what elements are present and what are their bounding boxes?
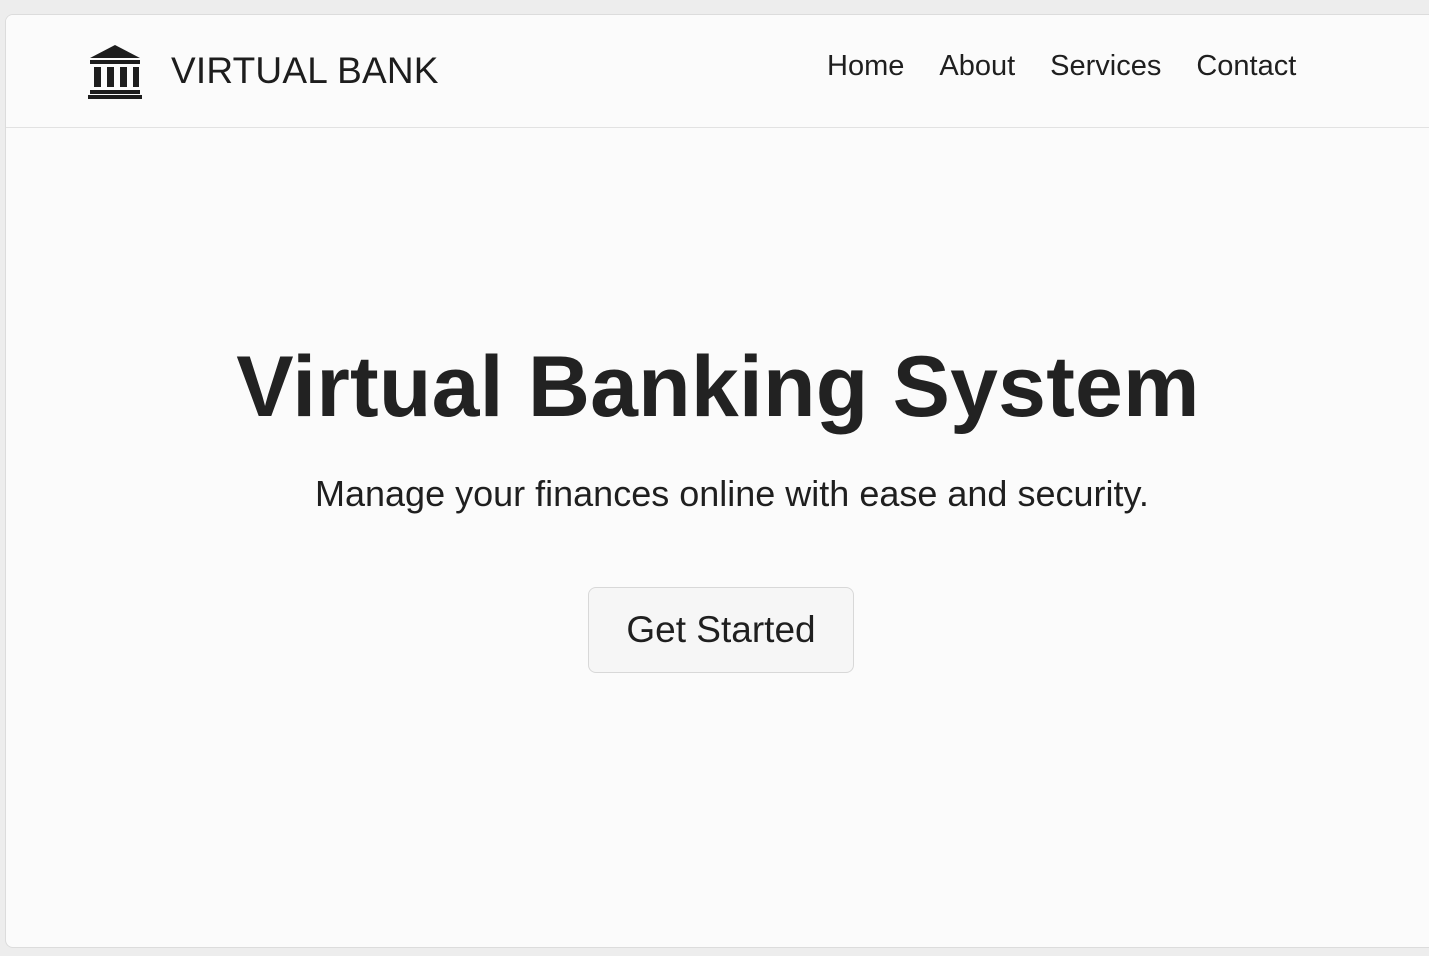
browser-page: VIRTUAL BANK Home About Services Contact… [5, 14, 1429, 948]
nav-home-link[interactable]: Home [827, 50, 904, 83]
hero-title: Virtual Banking System [236, 339, 1200, 435]
get-started-button[interactable]: Get Started [588, 587, 854, 673]
bank-building-icon [88, 44, 142, 99]
hero-subtitle: Manage your finances online with ease an… [315, 473, 1149, 514]
main-navigation: Home About Services Contact [827, 50, 1296, 83]
nav-about-link[interactable]: About [939, 50, 1015, 83]
nav-contact-link[interactable]: Contact [1196, 50, 1296, 83]
top-navbar: VIRTUAL BANK Home About Services Contact [6, 15, 1429, 128]
nav-services-link[interactable]: Services [1050, 50, 1161, 83]
brand[interactable]: VIRTUAL BANK [87, 42, 439, 99]
brand-name: VIRTUAL BANK [171, 49, 439, 91]
